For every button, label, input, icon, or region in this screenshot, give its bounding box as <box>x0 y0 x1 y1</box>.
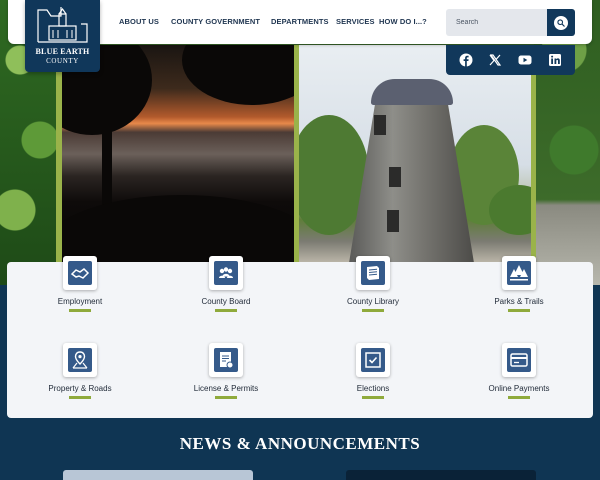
quick-link-label: Property & Roads <box>48 384 112 393</box>
nav-departments[interactable]: DEPARTMENTS <box>271 17 329 26</box>
quick-link-online-payments[interactable]: Online Payments <box>446 343 592 423</box>
quick-links-panel: Employment County Board County Library P… <box>7 256 593 418</box>
news-section-title: NEWS & ANNOUNCEMENTS <box>179 434 421 453</box>
quick-link-elections[interactable]: Elections <box>300 343 446 423</box>
people-icon <box>219 267 233 278</box>
windmill-tower <box>349 95 474 263</box>
search-icon <box>557 19 565 27</box>
map-pin-icon <box>72 351 88 369</box>
quick-link-employment[interactable]: Employment <box>7 256 153 336</box>
search-input[interactable] <box>446 9 547 36</box>
accent-underline <box>69 396 91 399</box>
windmill-roof <box>371 79 453 105</box>
courthouse-icon <box>37 7 88 43</box>
quick-link-label: County Library <box>346 297 400 306</box>
linkedin-icon[interactable] <box>547 52 563 68</box>
nav-county-government[interactable]: COUNTY GOVERNMENT <box>171 17 260 26</box>
youtube-icon[interactable] <box>517 52 533 68</box>
accent-underline <box>69 309 91 312</box>
nav-services[interactable]: SERVICES <box>336 17 375 26</box>
facebook-icon[interactable] <box>458 52 474 68</box>
quick-link-license-permits[interactable]: License & Permits <box>153 343 299 423</box>
accent-underline <box>508 396 530 399</box>
accent-underline <box>508 309 530 312</box>
accent-underline <box>215 396 237 399</box>
quick-link-label: License & Permits <box>193 384 259 393</box>
quick-link-label: Employment <box>57 297 103 306</box>
quick-link-label: Elections <box>356 384 390 393</box>
book-icon <box>367 266 379 280</box>
document-icon <box>220 352 234 369</box>
x-icon[interactable] <box>487 52 503 68</box>
hero-photo-windmill <box>299 45 531 263</box>
social-links-bar <box>446 45 575 75</box>
quick-link-parks-trails[interactable]: Parks & Trails <box>446 256 592 336</box>
quick-link-label: Online Payments <box>488 384 550 393</box>
county-logo[interactable]: BLUE EARTH COUNTY <box>25 0 100 72</box>
quick-link-property-roads[interactable]: Property & Roads <box>7 343 153 423</box>
ballot-check-icon <box>365 352 381 368</box>
handshake-icon <box>70 268 90 279</box>
quick-link-county-library[interactable]: County Library <box>300 256 446 336</box>
payment-icon <box>510 353 528 367</box>
accent-underline <box>215 309 237 312</box>
accent-underline <box>362 396 384 399</box>
quick-link-label: Parks & Trails <box>494 297 544 306</box>
brand-name: BLUE EARTH <box>35 47 90 56</box>
news-card[interactable] <box>63 470 253 480</box>
brand-subtitle: COUNTY <box>46 57 79 65</box>
trees-icon <box>510 265 528 281</box>
news-card[interactable] <box>346 470 536 480</box>
quick-link-county-board[interactable]: County Board <box>153 256 299 336</box>
accent-underline <box>362 309 384 312</box>
quick-link-label: County Board <box>201 297 251 306</box>
search-button[interactable] <box>547 9 575 36</box>
nav-how-do-i[interactable]: HOW DO I...? <box>379 17 427 26</box>
nav-about-us[interactable]: ABOUT US <box>119 17 159 26</box>
hero-photo-lake-sunset <box>62 45 294 263</box>
